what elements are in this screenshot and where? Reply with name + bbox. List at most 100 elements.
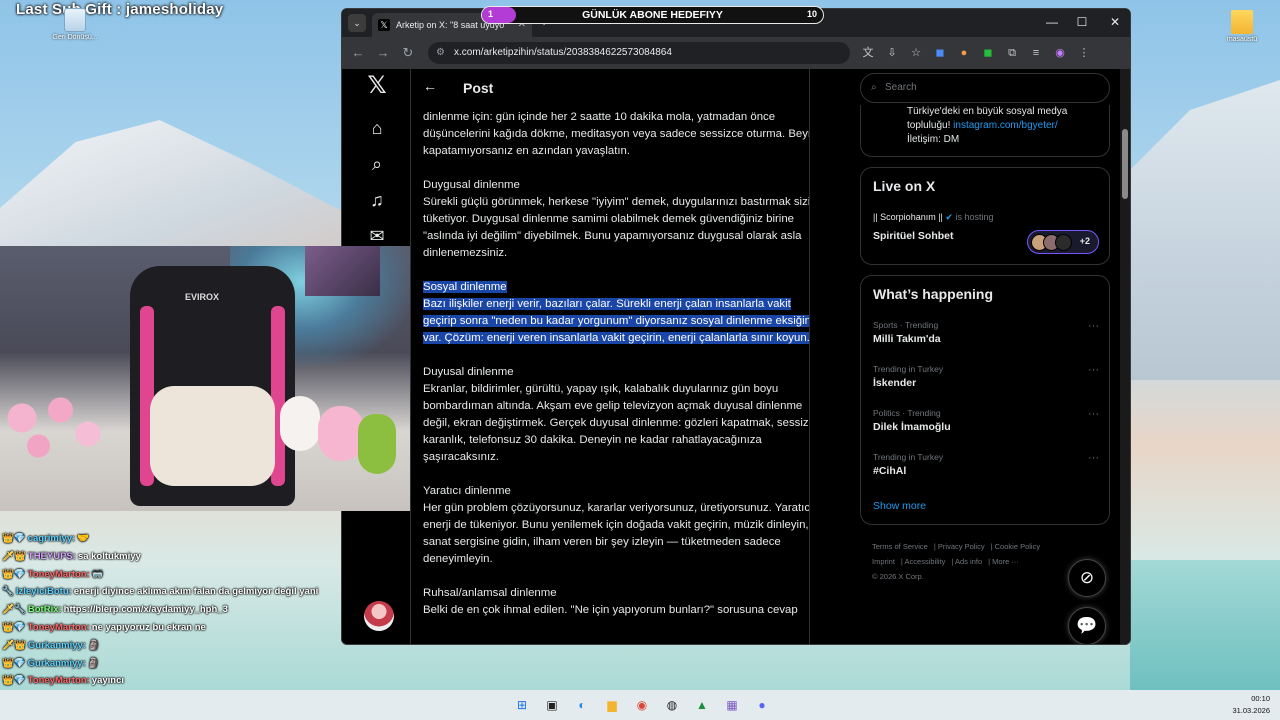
chat-message: 🗡🔧 BotRix: https://blerp.com/x/aydamiyy_hp… [2,601,342,619]
footer-link[interactable]: Ads info [955,557,982,566]
install-app-icon[interactable]: ⇩ [884,45,900,61]
chat-username: cagrimiyy: [27,533,76,544]
chat-message: 👑💎 ToneyMarton: yayıncı [2,672,342,690]
article-section-creative: Yaratıcı dinlenme Her gün problem çözüyo… [423,483,810,568]
discord-icon[interactable]: ● [752,695,772,715]
edge-browser-icon[interactable]: ◐ [572,695,592,715]
footer-link[interactable]: More ··· [992,557,1019,566]
grok-icon[interactable]: ⊘ [1068,559,1106,597]
trend-item[interactable]: Sports · Trending Milli Takım'da ··· [873,320,1099,345]
trend-name: Dilek İmamoğlu [873,421,951,433]
chat-text: sa koltukmiyy [77,550,141,562]
system-clock[interactable]: 00:10 31.03.2026 [1232,693,1270,717]
extension-icons: 文 ⇩ ☆ ◼ ● ◼ ⧉ ≡ ◉ ⋮ [860,45,1092,61]
profile-icon[interactable]: ◉ [1052,45,1068,61]
webcam-overlay: EVIROX [0,246,410,511]
notifications-bell-icon[interactable]: ♫ [366,189,388,211]
chat-badges-icon: 🗡🔧 [2,604,26,616]
extension-orange-icon[interactable]: ● [956,45,972,61]
forward-arrow-icon[interactable]: → [375,45,391,60]
footer-link[interactable]: Privacy Policy [938,542,985,551]
account-avatar[interactable] [364,601,394,631]
chat-username: Gurkanmiyy: [27,657,86,669]
live-heading: Live on X [873,178,936,194]
file-explorer-icon[interactable]: ▆ [602,695,622,715]
back-arrow-icon[interactable]: ← [423,78,437,94]
trend-item[interactable]: Politics · Trending Dilek İmamoğlu ··· [873,408,1099,433]
translate-icon[interactable]: 文 [860,45,876,61]
close-window-button[interactable]: ✕ [1105,15,1125,29]
browser-menu-icon[interactable]: ⋮ [1076,45,1092,61]
footer-link[interactable]: Accessibility [905,557,946,566]
trend-category: Trending in Turkey [873,452,944,462]
recycle-bin-label: Geri Dönüşü... [52,34,98,41]
chat-text: ne yapıyoruz bu ekran ne [91,621,206,633]
extension-green-icon[interactable]: ◼ [980,45,996,61]
site-info-icon[interactable]: ⚙ [436,42,445,64]
chat-message: 🔧 IzleyiciBotu: enerji diyince aklıma akım… [2,583,342,601]
extension-blue-icon[interactable]: ◼ [932,45,948,61]
desktop-folder-icon[interactable]: masaüstü [1212,10,1272,43]
x-logo-icon[interactable]: 𝕏 [366,74,388,98]
chat-badges-icon: 👑💎 [2,621,26,633]
chrome-browser-icon[interactable]: ◉ [632,695,652,715]
show-more-link[interactable]: Show more [873,500,926,512]
trend-item[interactable]: Trending in Turkey #CihAl ··· [873,452,1099,477]
more-options-icon[interactable]: ··· [1088,452,1099,464]
bookmark-star-icon[interactable]: ☆ [908,45,924,61]
minimize-button[interactable]: — [1042,15,1062,29]
section-body-selected: Bazı ilişkiler enerji verir, bazıları ça… [423,298,809,344]
more-options-icon[interactable]: ··· [1088,408,1099,420]
section-heading: Duyusal dinlenme [423,366,514,378]
space-title[interactable]: Spiritüel Sohbet [873,230,954,242]
bio-line: topluluğu! [907,120,954,131]
scrollbar-thumb[interactable] [1122,129,1128,199]
post-column: ← Post dinlenme için: gün içinde her 2 s… [410,69,810,644]
trend-name: Milli Takım'da [873,333,941,345]
trend-category: Sports · Trending [873,320,939,330]
back-arrow-icon[interactable]: ← [350,45,366,60]
playlist-icon[interactable]: ≡ [1028,45,1044,61]
chat-username: THEYUPS: [27,550,76,562]
more-options-icon[interactable]: ··· [1088,320,1099,332]
maximize-button[interactable]: ☐ [1072,15,1092,29]
extensions-puzzle-icon[interactable]: ⧉ [1004,45,1020,61]
explore-search-icon[interactable]: ⌕ [366,153,388,175]
chat-username: Gurkanmiyy: [27,639,86,651]
messages-icon[interactable]: ✉ [366,225,388,247]
bio-line: Türkiye'deki en büyük sosyal medya [907,106,1068,117]
footer-link[interactable]: Cookie Policy [995,542,1040,551]
search-input[interactable]: ⌕ Search [860,73,1110,103]
section-heading: Ruhsal/anlamsal dinlenme [423,587,557,599]
space-listeners[interactable]: +2 [1027,230,1099,254]
address-bar[interactable]: ⚙ x.com/arketipzihin/status/203838462257… [428,42,850,64]
chat-username: BotRix: [27,604,62,616]
chat-message: 👑💎 Gurkanmiyy: 🗿 [2,655,342,673]
obs-icon[interactable]: ◍ [662,695,682,715]
chat-text: 🥽 [91,568,104,580]
windows-taskbar: ⊞ ▣ ◐ ▆ ◉ ◍ ▲ ▦ ● 00:10 31.03.2026 [0,690,1280,720]
x-footer: Terms of Service | Privacy Policy | Cookie… [872,542,1041,581]
page-scrollbar[interactable] [1120,69,1130,644]
reload-icon[interactable]: ↻ [400,45,416,61]
live-host-line[interactable]: || Scorpiohanım || ✔ is hosting [873,212,994,223]
tab-search-button[interactable]: ⌄ [348,14,366,32]
app-purple-icon[interactable]: ▦ [722,695,742,715]
section-body: Her gün problem çözüyorsunuz, kararlar v… [423,502,810,565]
section-heading: Yaratıcı dinlenme [423,485,511,497]
chat-badges-icon: 👑💎 [2,657,26,669]
task-view-icon[interactable]: ▣ [542,695,562,715]
x-favicon-icon: 𝕏 [378,19,390,31]
instagram-link[interactable]: instagram.com/bgyeter/ [953,120,1058,131]
footer-link[interactable]: Terms of Service [872,542,928,551]
start-windows-icon[interactable]: ⊞ [512,695,532,715]
article-section-spiritual: Ruhsal/anlamsal dinlenme Belki de en çok… [423,585,809,619]
recycle-bin-icon[interactable]: Geri Dönüşü... [45,8,105,41]
footer-link[interactable]: Imprint [872,557,895,566]
messages-fab-icon[interactable]: 💬 [1068,607,1106,644]
more-options-icon[interactable]: ··· [1088,364,1099,376]
chat-text: yayıncı [91,675,124,687]
trend-item[interactable]: Trending in Turkey İskender ··· [873,364,1099,389]
home-icon[interactable]: ⌂ [366,117,388,139]
app-green-icon[interactable]: ▲ [692,695,712,715]
